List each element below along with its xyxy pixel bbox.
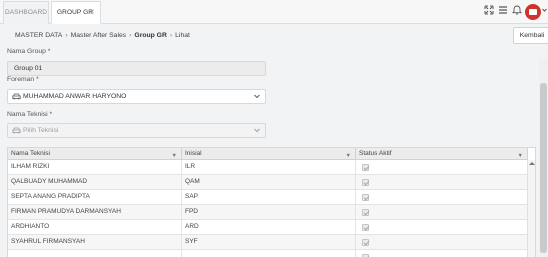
breadcrumb-item-lihat: Lihat xyxy=(175,32,190,39)
car-icon xyxy=(12,127,21,134)
top-icons xyxy=(484,4,548,20)
breadcrumb-separator: › xyxy=(65,32,68,39)
breadcrumb-item-master-data[interactable]: MASTER DATA xyxy=(15,32,62,39)
cell-status-aktif xyxy=(356,235,528,250)
cell-inisial: SAP xyxy=(182,190,356,205)
teknisi-placeholder: Pilih Teknisi xyxy=(23,127,59,134)
cell-status-aktif xyxy=(356,190,528,205)
breadcrumb-separator: › xyxy=(169,32,173,39)
cell-nama-teknisi: FIRMAN PRAMUDYA DARMANSYAH xyxy=(8,205,182,220)
cell-inisial: FPD xyxy=(182,205,356,220)
tab-dashboard-label: DASHBOARD xyxy=(4,9,48,16)
group-name-label: Nama Group * xyxy=(7,48,51,55)
column-header-status-aktif[interactable]: Status Aktif ▼ xyxy=(356,148,528,160)
breadcrumb-item-master-after-sales[interactable]: Master After Sales xyxy=(71,32,127,39)
tab-group-gr[interactable]: GROUP GR ✕ xyxy=(51,1,101,24)
status-aktif-checkbox xyxy=(362,209,369,216)
table-row[interactable]: QALBUADY MUHAMMAD QAM xyxy=(8,175,528,190)
back-button[interactable]: Kembali xyxy=(513,27,548,44)
cell-nama-teknisi xyxy=(8,250,182,257)
table-scrollbar[interactable] xyxy=(527,160,535,257)
chevron-down-icon xyxy=(254,94,260,99)
table-row[interactable]: SYAHRUL FIRMANSYAH SYF xyxy=(8,235,528,250)
breadcrumb: MASTER DATA › Master After Sales › Group GR ›… xyxy=(15,32,190,39)
cell-inisial: ILR xyxy=(182,160,356,175)
car-icon xyxy=(12,93,21,100)
tab-group-gr-label: GROUP GR xyxy=(57,9,94,16)
cell-status-aktif xyxy=(356,250,528,257)
chevron-down-icon xyxy=(254,128,260,133)
bell-icon[interactable] xyxy=(512,5,524,19)
group-name-field[interactable]: Group 01 xyxy=(7,61,266,76)
teknisi-label: Nama Teknisi * xyxy=(7,111,53,118)
page-scrollbar[interactable] xyxy=(539,58,548,257)
scroll-up-icon[interactable] xyxy=(529,162,535,165)
status-aktif-checkbox xyxy=(362,239,369,246)
status-aktif-checkbox xyxy=(362,194,369,201)
table-row[interactable]: SEPTA ANANG PRADIPTA SAP xyxy=(8,190,528,205)
page-scrollbar-thumb[interactable] xyxy=(540,83,547,253)
cell-inisial: QAM xyxy=(182,175,356,190)
table-header: Nama Teknisi ▼ Inisial ▼ Status Aktif ▼ xyxy=(8,148,528,160)
teknisi-select[interactable]: Pilih Teknisi xyxy=(7,123,266,138)
cell-inisial xyxy=(182,250,356,257)
foreman-label: Foreman * xyxy=(7,76,39,83)
teknisi-table: Nama Teknisi ▼ Inisial ▼ Status Aktif ▼ … xyxy=(7,147,536,257)
cell-status-aktif xyxy=(356,175,528,190)
breadcrumb-item-group-gr[interactable]: Group GR xyxy=(134,32,166,39)
status-aktif-checkbox xyxy=(362,224,369,231)
close-icon[interactable]: ✕ xyxy=(89,2,95,24)
expand-icon[interactable] xyxy=(484,5,496,19)
cell-nama-teknisi: SYAHRUL FIRMANSYAH xyxy=(8,235,182,250)
column-header-label: Inisial xyxy=(185,150,202,157)
column-header-inisial[interactable]: Inisial ▼ xyxy=(182,148,356,160)
top-bar: DASHBOARD GROUP GR ✕ xyxy=(0,0,548,24)
cell-status-aktif xyxy=(356,205,528,220)
table-row[interactable]: FIRMAN PRAMUDYA DARMANSYAH FPD xyxy=(8,205,528,220)
menu-icon[interactable] xyxy=(498,5,510,19)
cell-nama-teknisi: ARDHIANTO xyxy=(8,220,182,235)
foreman-value: MUHAMMAD ANWAR HARYONO xyxy=(23,93,127,100)
cell-nama-teknisi: QALBUADY MUHAMMAD xyxy=(8,175,182,190)
cell-nama-teknisi: ILHAM RIZKI xyxy=(8,160,182,175)
foreman-select[interactable]: MUHAMMAD ANWAR HARYONO xyxy=(7,89,266,104)
cell-nama-teknisi: SEPTA ANANG PRADIPTA xyxy=(8,190,182,205)
cell-inisial: SYF xyxy=(182,235,356,250)
status-aktif-checkbox xyxy=(362,164,369,171)
status-aktif-checkbox xyxy=(362,179,369,186)
table-row[interactable]: ARDHIANTO ARD xyxy=(8,220,528,235)
tab-dashboard[interactable]: DASHBOARD xyxy=(3,1,49,24)
breadcrumb-separator: › xyxy=(129,32,132,39)
cell-status-aktif xyxy=(356,160,528,175)
column-header-nama-teknisi[interactable]: Nama Teknisi ▼ xyxy=(8,148,182,160)
column-header-label: Nama Teknisi xyxy=(11,150,50,157)
cell-status-aktif xyxy=(356,220,528,235)
table-row[interactable]: ILHAM RIZKI ILR xyxy=(8,160,528,175)
cell-inisial: ARD xyxy=(182,220,356,235)
user-avatar[interactable] xyxy=(525,4,541,20)
column-header-label: Status Aktif xyxy=(359,150,392,157)
table-row[interactable] xyxy=(8,250,528,257)
chevron-down-icon[interactable] xyxy=(542,5,548,19)
